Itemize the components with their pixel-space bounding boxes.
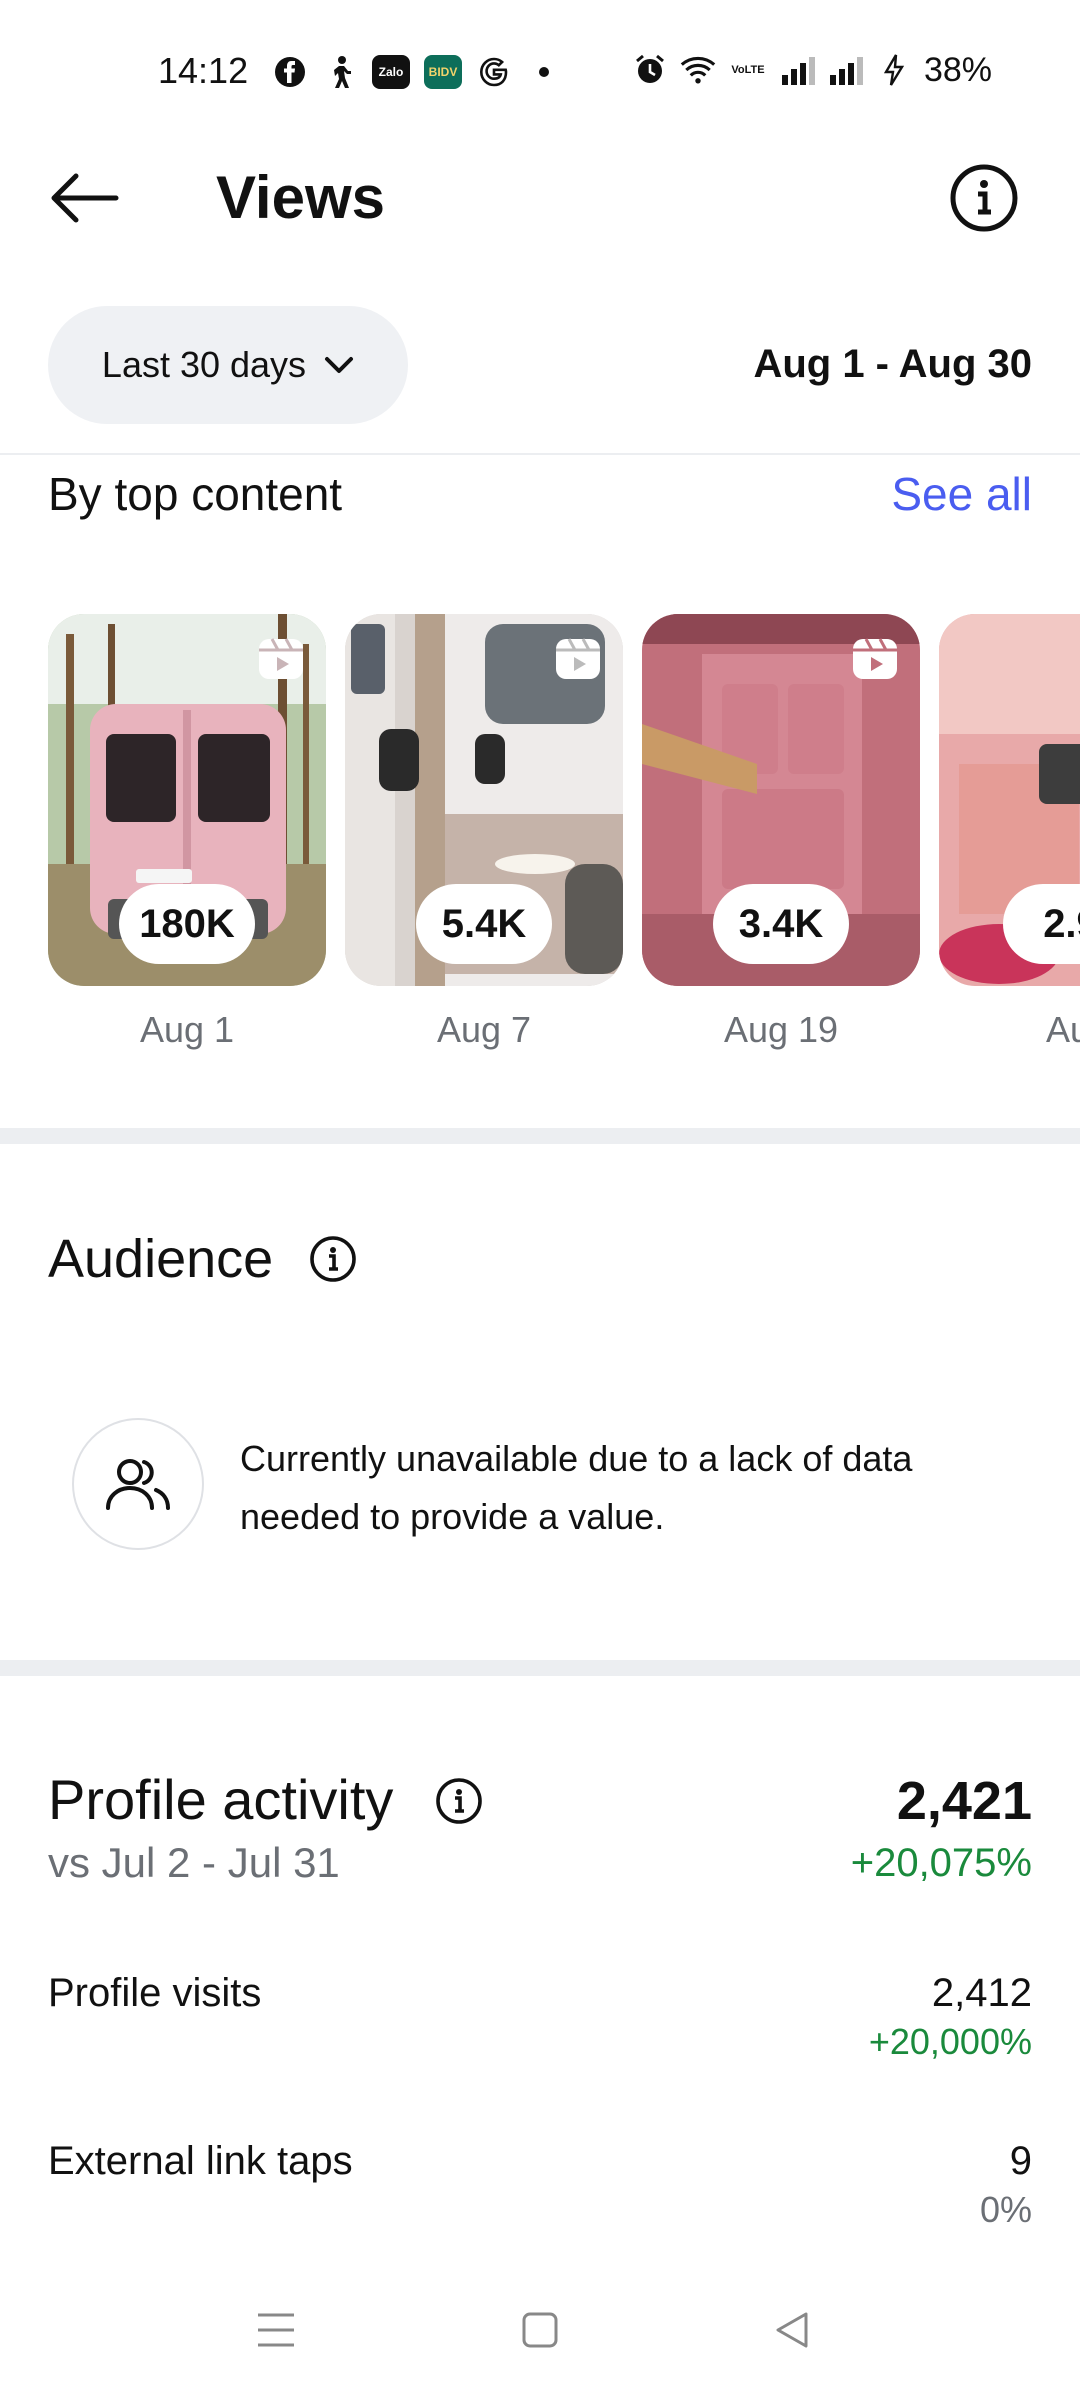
system-indicators: VoLTE 38%: [632, 50, 992, 90]
external-link-taps-value: 9: [1009, 2139, 1032, 2183]
reel-icon: [853, 638, 897, 679]
content-thumbnail[interactable]: 180K: [48, 614, 326, 986]
back-nav-button[interactable]: [760, 2298, 824, 2362]
audience-placeholder: [72, 1418, 204, 1550]
profile-activity-change: +20,075%: [850, 1841, 1032, 1885]
notification-icons: Zalo BIDV: [272, 52, 562, 92]
views-badge: 180K: [119, 884, 255, 964]
recent-apps-button[interactable]: [244, 2298, 308, 2362]
section-divider: [0, 1128, 1080, 1144]
home-button[interactable]: [508, 2298, 572, 2362]
charging-icon: [876, 52, 912, 88]
menu-icon: [258, 2313, 294, 2347]
page-title: Views: [216, 164, 386, 231]
bidv-icon: BIDV: [424, 55, 462, 89]
info-icon: [310, 1236, 356, 1282]
views-badge: 5.4K: [416, 884, 552, 964]
content-thumbnail[interactable]: 2.9: [939, 614, 1080, 986]
profile-visits-label: Profile visits: [48, 1971, 262, 2015]
profile-visits-value: 2,412: [931, 1971, 1032, 2015]
walking-icon: [322, 54, 358, 90]
range-label: Last 30 days: [101, 344, 307, 385]
signal-icon: [828, 52, 864, 88]
triangle-back-icon: [776, 2312, 808, 2348]
content-date: Aug: [1045, 1009, 1080, 1050]
profile-activity-total: 2,421: [896, 1771, 1032, 1831]
divider: [0, 453, 1080, 455]
content-thumbnail[interactable]: 5.4K: [345, 614, 623, 986]
square-icon: [522, 2312, 558, 2348]
content-date: Aug 1: [139, 1009, 235, 1050]
profile-activity-title: Profile activity: [48, 1768, 394, 1831]
status-bar: 14:12 Zalo BIDV VoLTE 38%: [0, 0, 1080, 140]
info-icon: [436, 1778, 482, 1824]
signal-icon: [780, 52, 816, 88]
date-range-text: Aug 1 - Aug 30: [753, 342, 1032, 386]
zalo-icon: Zalo: [372, 55, 410, 89]
audience-info-button[interactable]: [308, 1234, 358, 1284]
external-link-taps-change: 0%: [979, 2189, 1032, 2230]
status-time: 14:12: [158, 50, 249, 91]
date-range-dropdown[interactable]: Last 30 days: [48, 306, 408, 424]
content-thumbnail[interactable]: 3.4K: [642, 614, 920, 986]
top-content-carousel[interactable]: 180K Aug 1 5.4K Aug 7 3.4K Aug 19 2. A: [48, 614, 1080, 1074]
content-date: Aug 7: [436, 1009, 532, 1050]
dot-icon: [526, 54, 562, 90]
content-date: Aug 19: [723, 1009, 839, 1050]
views-badge: 2.9: [1003, 884, 1080, 964]
facebook-icon: [272, 54, 308, 90]
back-button[interactable]: [44, 160, 124, 236]
audience-title: Audience: [48, 1229, 274, 1289]
audience-message: Currently unavailable due to a lack of d…: [240, 1438, 913, 1537]
people-icon: [106, 1459, 170, 1510]
battery-level: 38%: [923, 50, 992, 89]
volte-icon: VoLTE: [731, 64, 765, 76]
wifi-icon: [680, 52, 716, 88]
top-content-title: By top content: [48, 468, 343, 520]
profile-activity-info-button[interactable]: [434, 1776, 484, 1826]
info-button[interactable]: [944, 158, 1024, 238]
chevron-down-icon: [325, 357, 354, 373]
reel-icon: [259, 638, 303, 679]
section-divider: [0, 1660, 1080, 1676]
comparison-period: vs Jul 2 - Jul 31: [48, 1839, 340, 1886]
views-badge: 3.4K: [713, 884, 849, 964]
info-icon: [950, 164, 1018, 232]
reel-icon: [556, 638, 600, 679]
profile-visits-change: +20,000%: [868, 2021, 1032, 2062]
alarm-icon: [632, 52, 668, 88]
back-arrow-icon: [51, 173, 119, 223]
external-link-taps-label: External link taps: [48, 2139, 353, 2183]
see-all-link[interactable]: See all: [891, 466, 1032, 522]
google-icon: [476, 54, 512, 90]
